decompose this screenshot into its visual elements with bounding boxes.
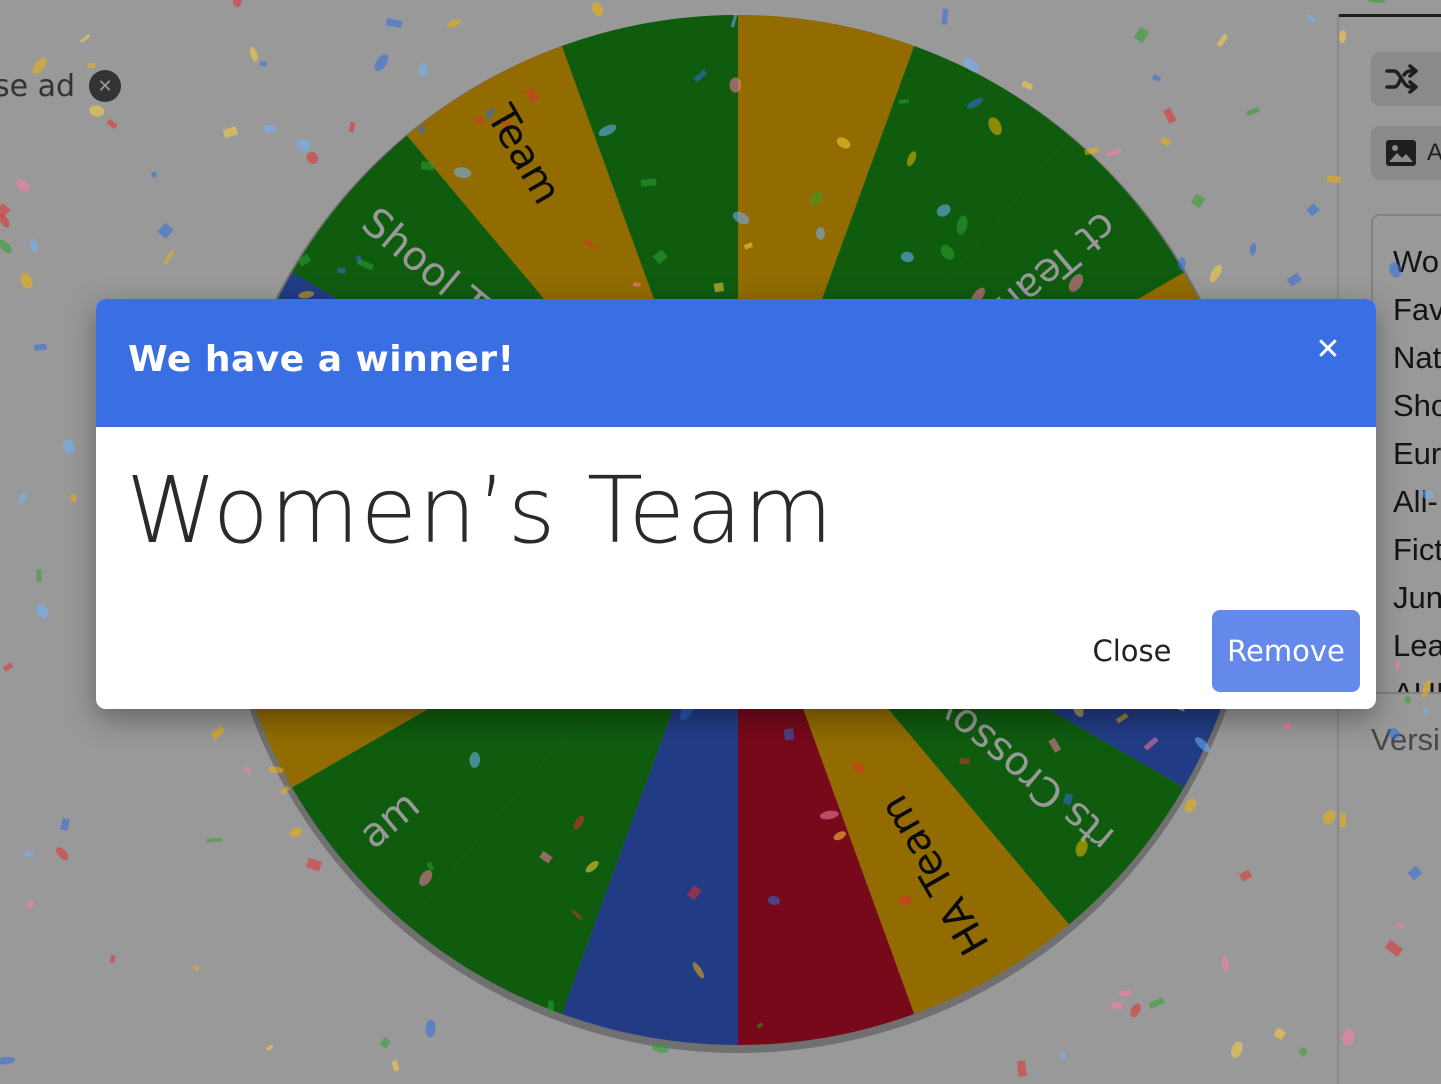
- close-button[interactable]: Close: [1076, 610, 1188, 692]
- remove-button[interactable]: Remove: [1212, 610, 1360, 692]
- winner-dialog: We have a winner! ✕ Women’s Team Close R…: [96, 299, 1376, 709]
- page: Eurasian TeamShool TeamTeamct Teamejecte…: [0, 0, 1441, 1084]
- dialog-title: We have a winner!: [128, 339, 515, 380]
- winner-name: Women’s Team: [126, 457, 834, 564]
- dialog-header: We have a winner! ✕: [96, 299, 1376, 427]
- close-icon[interactable]: ✕: [1310, 331, 1346, 367]
